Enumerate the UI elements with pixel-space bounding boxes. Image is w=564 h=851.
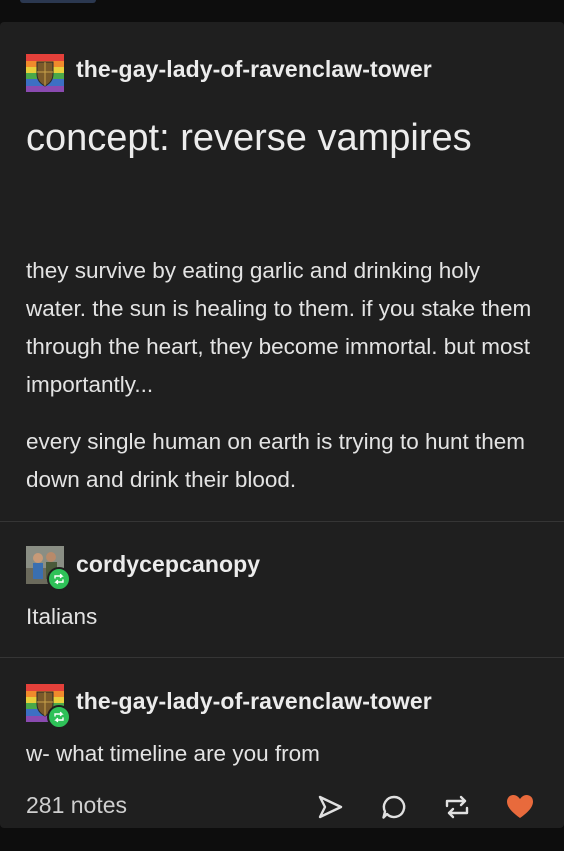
reply-button[interactable] <box>377 790 411 824</box>
send-arrow-icon <box>318 795 343 819</box>
reblogger-avatar-1[interactable] <box>26 546 71 591</box>
like-button[interactable] <box>503 790 537 824</box>
author-avatar[interactable] <box>26 54 64 92</box>
heart-icon <box>507 795 533 818</box>
reblogger-name-2[interactable]: the-gay-lady-of-ravenclaw-tower <box>76 688 432 715</box>
reblog-divider-2 <box>0 657 564 658</box>
reblogger-avatar-2[interactable] <box>26 684 71 729</box>
post-paragraph-2: every single human on earth is trying to… <box>26 429 526 492</box>
share-button[interactable] <box>313 790 347 824</box>
post-author-name[interactable]: the-gay-lady-of-ravenclaw-tower <box>76 56 432 83</box>
reblog-comment-2: w- what timeline are you from <box>26 741 320 766</box>
reblog-arrows-icon <box>445 795 469 819</box>
reblog-divider-1 <box>0 521 564 522</box>
previous-post-edge <box>0 0 564 22</box>
reblog-comment-1: Italians <box>26 604 98 629</box>
reblog-badge-icon <box>47 705 71 729</box>
rainbow-crest-avatar-icon <box>26 54 64 92</box>
next-post-gap <box>0 828 564 851</box>
reblog-badge-icon <box>47 567 71 591</box>
reblogger-name-1[interactable]: cordycepcanopy <box>76 551 260 578</box>
post-title: concept: reverse vampires <box>26 117 472 159</box>
notes-count[interactable]: 281 notes <box>26 792 127 819</box>
previous-post-peek <box>20 0 96 3</box>
speech-bubble-icon <box>382 795 406 819</box>
post-paragraph-1: they survive by eating garlic and drinki… <box>26 258 532 397</box>
reblog-button[interactable] <box>440 790 474 824</box>
